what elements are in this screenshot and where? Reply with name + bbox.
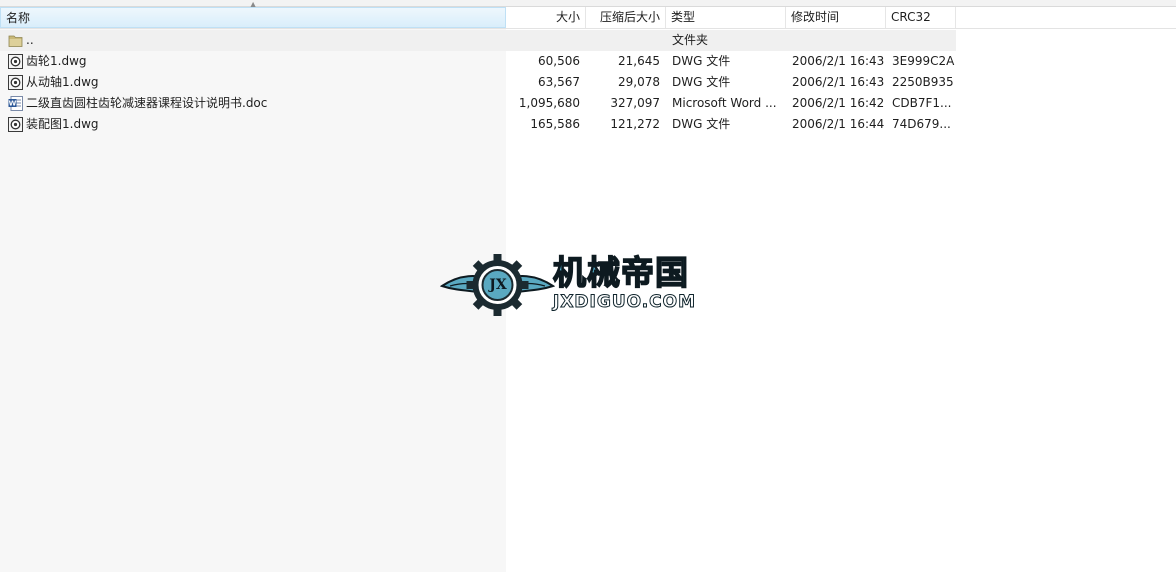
table-row[interactable]: 装配图1.dwg 165,586 121,272 DWG 文件 2006/2/1… xyxy=(0,114,1176,135)
file-name: 齿轮1.dwg xyxy=(26,54,87,68)
column-header-name[interactable]: 名称 xyxy=(0,7,506,28)
file-name: 装配图1.dwg xyxy=(26,117,99,131)
file-list: .. 文件夹 齿轮1.dwg 60,506 21,645 DWG 文件 2006… xyxy=(0,30,1176,135)
file-crc: 2250B935 xyxy=(892,75,954,89)
column-header-crc-label: CRC32 xyxy=(891,10,931,24)
svg-text:W: W xyxy=(9,100,17,108)
file-crc: CDB7F1... xyxy=(892,96,952,110)
file-modified xyxy=(792,30,886,51)
file-size xyxy=(506,30,580,51)
file-packed-size: 21,645 xyxy=(618,54,660,68)
column-header-bar: ▲ 名称 大小 压缩后大小 类型 修改时间 CRC32 xyxy=(0,1,1176,29)
file-crc xyxy=(892,30,956,51)
file-size: 63,567 xyxy=(538,75,580,89)
column-header-type-label: 类型 xyxy=(671,10,696,24)
column-header-modified-label: 修改时间 xyxy=(791,10,840,24)
file-type: DWG 文件 xyxy=(672,54,731,68)
dwg-file-icon xyxy=(8,117,23,132)
file-name-cell: 装配图1.dwg xyxy=(8,114,504,135)
column-header-crc32[interactable]: CRC32 xyxy=(886,7,956,28)
file-type: DWG 文件 xyxy=(672,75,731,89)
table-row[interactable]: 齿轮1.dwg 60,506 21,645 DWG 文件 2006/2/1 16… xyxy=(0,51,1176,72)
file-packed-size: 327,097 xyxy=(610,96,660,110)
folder-icon xyxy=(8,35,23,47)
file-packed-size xyxy=(584,30,660,51)
file-name: 从动轴1.dwg xyxy=(26,75,99,89)
file-name-cell: .. xyxy=(8,30,504,51)
file-packed-size: 121,272 xyxy=(610,117,660,131)
column-header-packed-label: 压缩后大小 xyxy=(599,10,660,24)
column-header-size-label: 大小 xyxy=(555,10,580,24)
file-name-cell: W 二级直齿圆柱齿轮减速器课程设计说明书.doc xyxy=(8,93,504,114)
file-type: Microsoft Word ... xyxy=(672,96,777,110)
column-header-type[interactable]: 类型 xyxy=(666,7,786,28)
file-type: DWG 文件 xyxy=(672,117,731,131)
column-header-modified[interactable]: 修改时间 xyxy=(786,7,886,28)
watermark-logo: JX 机械帝国 JXDIGUO.COM xyxy=(440,250,740,320)
table-row[interactable]: 从动轴1.dwg 63,567 29,078 DWG 文件 2006/2/1 1… xyxy=(0,72,1176,93)
word-doc-icon: W xyxy=(8,96,23,111)
file-size: 165,586 xyxy=(530,117,580,131)
watermark-subtitle: JXDIGUO.COM xyxy=(552,292,697,313)
file-name-cell: 从动轴1.dwg xyxy=(8,72,504,93)
file-modified: 2006/2/1 16:44 xyxy=(792,117,885,131)
file-modified: 2006/2/1 16:42 xyxy=(792,96,885,110)
file-modified: 2006/2/1 16:43 xyxy=(792,54,885,68)
file-name: .. xyxy=(26,33,34,47)
file-type: 文件夹 xyxy=(672,33,709,47)
emblem-badge-text: JX xyxy=(489,277,507,293)
dwg-file-icon xyxy=(8,75,23,90)
top-strip xyxy=(0,0,1176,7)
file-packed-size: 29,078 xyxy=(618,75,660,89)
file-name: 二级直齿圆柱齿轮减速器课程设计说明书.doc xyxy=(26,96,268,110)
file-crc: 74D679... xyxy=(892,117,951,131)
table-row[interactable]: W 二级直齿圆柱齿轮减速器课程设计说明书.doc 1,095,680 327,0… xyxy=(0,93,1176,114)
file-name-cell: 齿轮1.dwg xyxy=(8,51,504,72)
column-header-size[interactable]: 大小 xyxy=(506,7,586,28)
file-size: 1,095,680 xyxy=(518,96,580,110)
table-row[interactable]: .. 文件夹 xyxy=(0,30,956,51)
dwg-file-icon xyxy=(8,54,23,69)
file-modified: 2006/2/1 16:43 xyxy=(792,75,885,89)
column-header-packed-size[interactable]: 压缩后大小 xyxy=(586,7,666,28)
file-size: 60,506 xyxy=(538,54,580,68)
column-header-name-label: 名称 xyxy=(6,11,31,25)
file-crc: 3E999C2A xyxy=(892,54,955,68)
watermark-title: 机械帝国 xyxy=(552,253,689,292)
